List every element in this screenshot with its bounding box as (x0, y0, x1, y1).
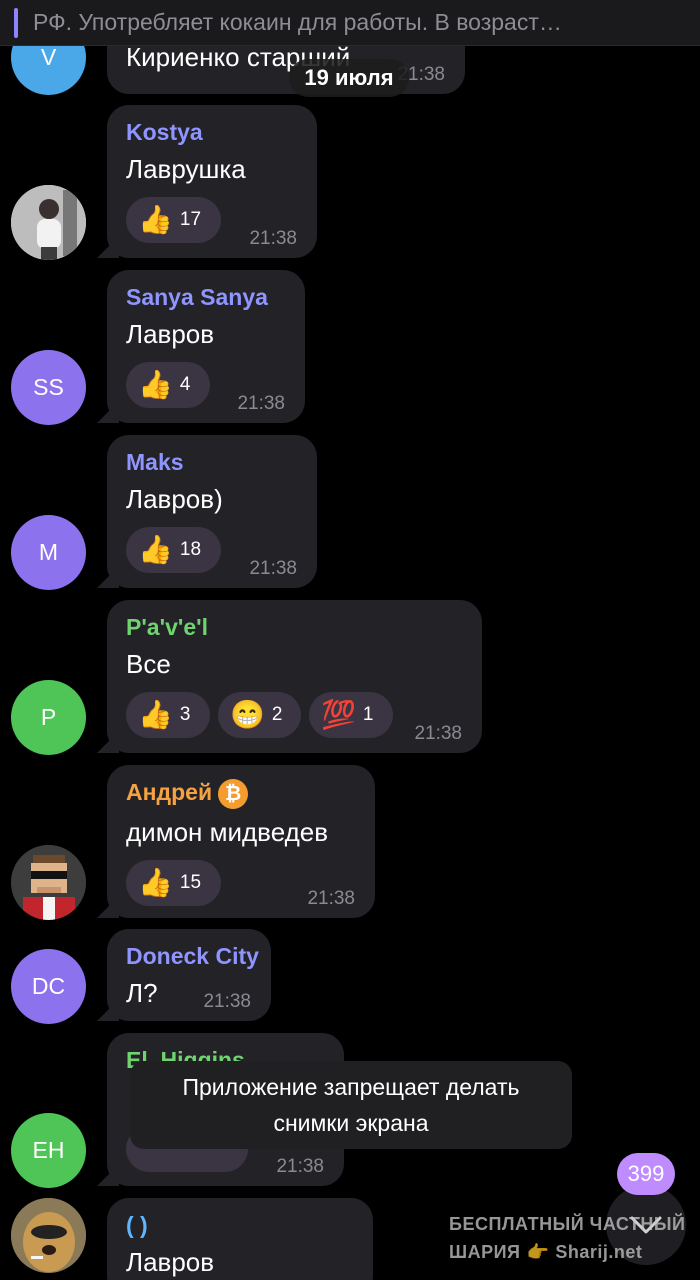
grin-icon: 😁 (230, 699, 265, 730)
reactions: 👍 3 😁 2 💯 1 (126, 692, 464, 738)
message-time: 21:38 (307, 888, 355, 909)
message-text: Лавров) (126, 484, 223, 514)
watermark-line-2a: ШАРИЯ (449, 1242, 521, 1262)
reaction-chip[interactable]: 😁 2 (218, 692, 301, 738)
avatar-initials: SS (33, 374, 64, 400)
toast-line-2: снимки экрана (273, 1110, 429, 1136)
sender-name-text: Андрей (126, 779, 213, 806)
sender-name: P'a'v'e'l (126, 614, 208, 640)
message-text: димон мидведев (126, 817, 329, 847)
thumbs-up-icon: 👍 (138, 867, 173, 898)
message-time: 21:38 (203, 991, 251, 1012)
unread-count-badge[interactable]: 399 (617, 1153, 675, 1195)
avatar-initials: V (40, 44, 57, 70)
message-bubble[interactable]: ( ) Лавров (107, 1198, 373, 1280)
pinned-message-text: РФ. Употребляет кокаин для работы. В воз… (33, 9, 562, 35)
bubble-tail (97, 236, 119, 258)
reaction-count: 17 (179, 209, 202, 230)
pixel-face-icon (11, 845, 86, 920)
pointing-hand-icon: 👉 (526, 1242, 550, 1262)
avatar[interactable] (11, 845, 86, 920)
message-bubble[interactable]: Maks Лавров) 👍 18 21:38 (97, 435, 317, 588)
message-bubble[interactable]: P'a'v'e'l Все 👍 3 😁 2 💯 1 21:38 (97, 600, 482, 753)
avatar[interactable]: P (11, 680, 86, 755)
bubble-tail (97, 401, 119, 423)
message-bubble[interactable]: Андрей ₿ димон мидведев 👍 15 21:38 (97, 765, 375, 918)
reaction-count: 3 (179, 704, 191, 725)
reaction-count: 15 (179, 872, 202, 893)
avatar-initials: EH (32, 1137, 65, 1163)
bubble-tail (97, 566, 119, 588)
sender-name: Doneck City (126, 943, 259, 969)
avatar[interactable]: DC (11, 949, 86, 1024)
avatar[interactable] (11, 185, 86, 260)
dog-photo-icon (11, 1198, 86, 1273)
message-text: Все (126, 649, 171, 679)
reaction-chip[interactable]: 💯 1 (309, 692, 393, 738)
bubble-tail (97, 1164, 119, 1186)
avatar-initials: M (38, 539, 59, 565)
sender-name: Sanya Sanya (126, 284, 268, 310)
bubble-tail (97, 896, 119, 918)
watermark: БЕСПЛАТНЫЙ ЧАСТНЫЙ ШАРИЯ 👉 Sharij.net (449, 1210, 689, 1266)
bubble-tail (97, 731, 119, 753)
hundred-icon: 💯 (321, 699, 356, 730)
message-bubble[interactable]: Sanya Sanya Лавров 👍 4 21:38 (97, 270, 305, 423)
pinned-message-bar[interactable]: РФ. Употребляет кокаин для работы. В воз… (0, 0, 700, 46)
watermark-line-1: БЕСПЛАТНЫЙ ЧАСТНЫЙ (449, 1214, 686, 1234)
message-time: 21:38 (276, 1156, 324, 1177)
reaction-chip[interactable]: 👍 4 (126, 362, 210, 408)
reaction-count: 4 (179, 374, 191, 395)
sender-name: ( ) (126, 1212, 148, 1238)
message-text: Лаврушка (126, 154, 246, 184)
reaction-chip[interactable]: 👍 17 (126, 197, 221, 243)
message-bubble[interactable]: Kostya Лаврушка 👍 17 21:38 (97, 105, 317, 258)
watermark-line-2b: Sharij.net (555, 1242, 643, 1262)
bubble-tail (97, 999, 119, 1021)
sender-name: Kostya (126, 119, 203, 145)
sender-name: Андрей ₿ (126, 779, 357, 809)
message-text: Лавров (126, 1247, 215, 1277)
bitcoin-icon: ₿ (218, 779, 249, 809)
message-text: Лавров (126, 319, 215, 349)
person-photo-icon (11, 185, 86, 260)
message-bubble[interactable]: Doneck City Л? 21:38 (97, 929, 271, 1021)
screenshot-blocked-toast: Приложение запрещает делать снимки экран… (130, 1061, 572, 1149)
date-separator: 19 июля (289, 59, 409, 97)
avatar[interactable]: EH (11, 1113, 86, 1188)
thumbs-up-icon: 👍 (138, 369, 173, 400)
reaction-count: 1 (362, 704, 374, 725)
avatar[interactable]: SS (11, 350, 86, 425)
thumbs-up-icon: 👍 (138, 204, 173, 235)
message-time: 21:38 (249, 558, 297, 579)
reaction-count: 2 (271, 704, 283, 725)
avatar-initials: DC (31, 973, 66, 999)
reaction-chip[interactable]: 👍 18 (126, 527, 221, 573)
pinned-indicator (14, 7, 18, 38)
avatar-initials: P (40, 704, 57, 730)
sender-name: Maks (126, 449, 184, 475)
message-time: 21:38 (414, 723, 462, 744)
thumbs-up-icon: 👍 (138, 534, 173, 565)
message-time: 21:38 (249, 228, 297, 249)
reaction-chip[interactable]: 👍 3 (126, 692, 210, 738)
avatar[interactable] (11, 1198, 86, 1273)
reaction-chip[interactable]: 👍 15 (126, 860, 221, 906)
reaction-count: 18 (179, 539, 202, 560)
thumbs-up-icon: 👍 (138, 699, 173, 730)
toast-line-1: Приложение запрещает делать (182, 1074, 520, 1100)
message-time: 21:38 (237, 393, 285, 414)
avatar[interactable]: M (11, 515, 86, 590)
